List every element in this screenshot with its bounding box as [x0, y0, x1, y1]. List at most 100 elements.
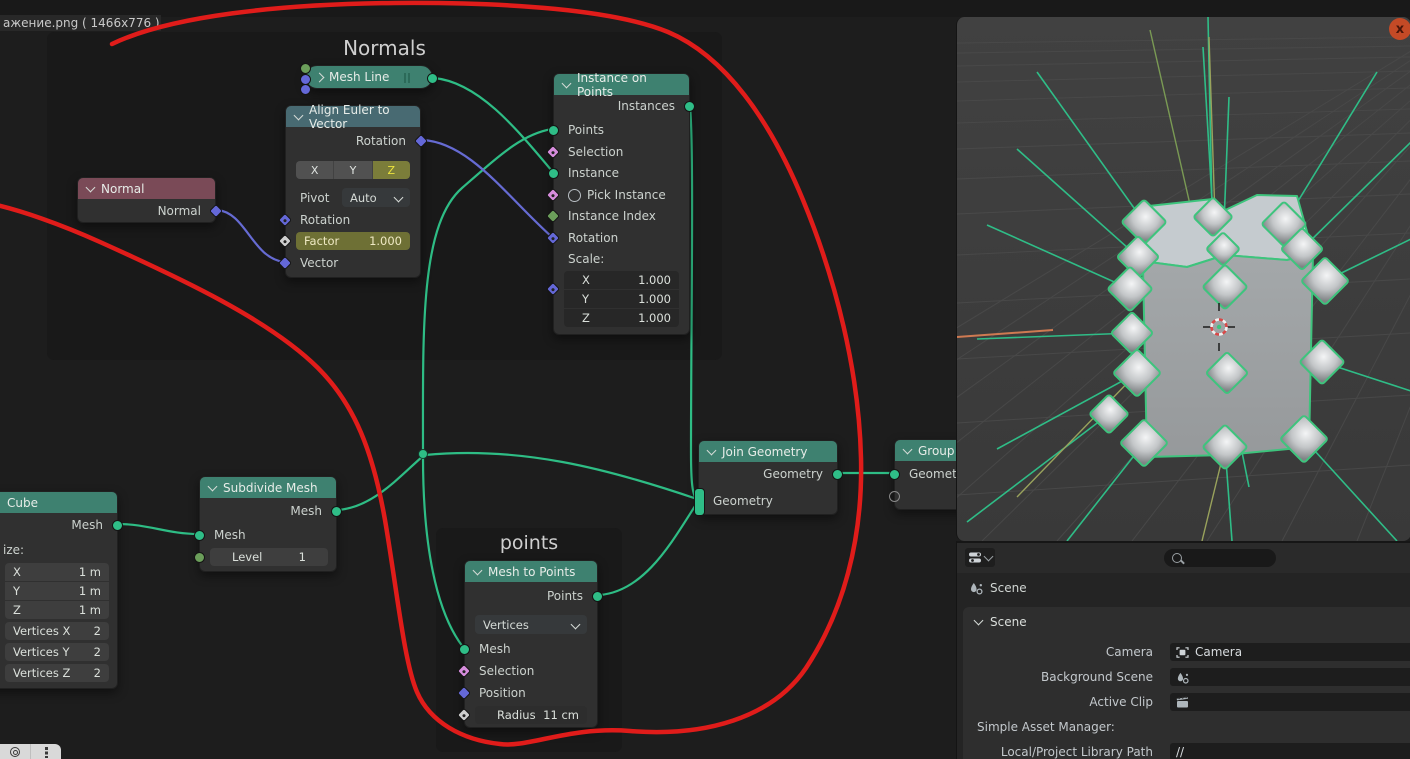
pivot-value: Auto [350, 191, 377, 205]
node-instance-on-points[interactable]: Instance on Points Instances Points Sele… [553, 73, 690, 335]
rotation-input-label: Rotation [300, 212, 350, 228]
chevron-down-icon[interactable] [473, 565, 483, 575]
vertices-y-field[interactable]: Vertices Y2 [5, 643, 109, 661]
node-align-euler[interactable]: Align Euler to Vector Rotation X Y Z Piv… [285, 105, 421, 278]
vertices-z-field[interactable]: Vertices Z2 [5, 664, 109, 682]
output-label: Mesh [290, 503, 322, 519]
factor-value: 1.000 [369, 234, 402, 248]
background-scene-field[interactable] [1170, 668, 1410, 686]
node-title: Mesh Line [329, 70, 389, 84]
socket-start-input[interactable] [300, 74, 311, 85]
node-title: Instance on Points [577, 71, 680, 99]
chevron-down-icon[interactable] [208, 481, 218, 491]
size-x-label: X [13, 565, 21, 579]
vertices-x-label: Vertices X [13, 624, 70, 638]
socket-mesh-output[interactable] [331, 506, 342, 517]
camera-field[interactable]: Camera [1170, 643, 1410, 661]
vertices-x-value: 2 [94, 624, 101, 638]
scene-panel-header[interactable]: Scene [975, 615, 1027, 629]
socket-points-output[interactable] [592, 591, 603, 602]
size-y-field[interactable]: Y1 m [5, 582, 109, 600]
socket-level-input[interactable] [194, 552, 205, 563]
position-input-label: Position [479, 685, 526, 701]
level-value: 1 [299, 550, 306, 564]
spiral-button[interactable] [0, 744, 31, 759]
node-mesh-to-points[interactable]: Mesh to Points Points Vertices Mesh Sele… [464, 560, 598, 728]
chevron-down-icon[interactable] [707, 445, 717, 455]
axis-x-button[interactable]: X [296, 161, 334, 179]
chevron-down-icon[interactable] [562, 78, 572, 88]
scale-y-field[interactable]: Y 1.000 [564, 290, 679, 308]
factor-field[interactable]: Factor 1.000 [296, 232, 410, 250]
active-clip-field[interactable] [1170, 693, 1410, 711]
socket-geometry-input[interactable] [889, 469, 900, 480]
socket-offset-input[interactable] [300, 84, 311, 95]
breadcrumb[interactable]: Scene [969, 581, 1027, 595]
mute-bars-icon [404, 73, 410, 83]
geometry-node-editor[interactable]: Normals points [0, 0, 956, 759]
search-input[interactable] [1164, 549, 1276, 567]
selection-input-label: Selection [479, 663, 534, 679]
size-z-value: 1 m [79, 603, 101, 617]
more-options-button[interactable] [31, 744, 61, 759]
factor-label: Factor [304, 234, 339, 248]
vertices-x-field[interactable]: Vertices X 2 [5, 622, 109, 640]
camera-label: Camera [963, 643, 1153, 661]
scale-x-field[interactable]: X 1.000 [564, 271, 679, 289]
pivot-dropdown[interactable]: Auto [342, 188, 410, 207]
size-z-field[interactable]: Z1 m [5, 601, 109, 619]
socket-count-input[interactable] [300, 63, 311, 74]
node-title: Align Euler to Vector [309, 103, 411, 131]
scale-z-label: Z [582, 311, 590, 325]
socket-instances-output[interactable] [684, 101, 695, 112]
size-x-field[interactable]: X1 m [5, 563, 109, 581]
node-group-output[interactable]: Group Geometry [894, 439, 956, 510]
size-label: ize: [3, 542, 24, 558]
socket-points-input[interactable] [548, 125, 559, 136]
editor-type-button[interactable] [965, 548, 995, 567]
node-cube[interactable]: Cube Mesh ize: X1 m Y1 m Z1 m Vertices X… [0, 491, 118, 689]
socket-mesh-output[interactable] [112, 520, 123, 531]
radius-field[interactable]: Radius 11 cm [475, 706, 587, 724]
scene-icon [1176, 671, 1189, 684]
chevron-right-icon[interactable] [315, 72, 325, 82]
node-mesh-line[interactable]: Mesh Line [305, 65, 433, 89]
chevron-down-icon[interactable] [294, 110, 304, 120]
top-strip [0, 0, 1410, 17]
mode-value: Vertices [483, 618, 529, 632]
active-clip-label: Active Clip [963, 693, 1153, 711]
axis-selector[interactable]: X Y Z [296, 161, 410, 179]
library-path-field[interactable]: // [1170, 743, 1410, 759]
node-normal[interactable]: Normal Normal [77, 177, 216, 223]
scale-x-label: X [582, 273, 590, 287]
mode-dropdown[interactable]: Vertices [475, 615, 587, 634]
image-title-tab[interactable]: ажение.png ( 1466x776 ) [0, 15, 161, 31]
pivot-label: Pivot [300, 190, 329, 206]
socket-geometry-multi-input[interactable] [694, 488, 705, 516]
viewport-3d[interactable]: x [956, 17, 1410, 541]
chevron-down-icon[interactable] [86, 182, 96, 192]
socket-mesh-output[interactable] [427, 73, 438, 84]
socket-mesh-input[interactable] [194, 530, 205, 541]
radius-value: 11 cm [543, 708, 579, 722]
output-label: Points [547, 588, 583, 604]
node-join-geometry[interactable]: Join Geometry Geometry Geometry [698, 440, 838, 515]
reroute-node[interactable] [419, 450, 428, 459]
scale-z-field[interactable]: Z 1.000 [564, 309, 679, 327]
socket-extension[interactable] [889, 491, 900, 502]
socket-instance-input[interactable] [548, 168, 559, 179]
vertices-z-label: Vertices Z [13, 666, 70, 680]
level-field[interactable]: Level 1 [210, 548, 328, 566]
socket-mesh-input[interactable] [459, 644, 470, 655]
chevron-down-icon[interactable] [903, 444, 913, 454]
socket-geometry-output[interactable] [832, 469, 843, 480]
rotation-input-label: Rotation [568, 230, 618, 246]
node-subdivide-mesh[interactable]: Subdivide Mesh Mesh Mesh Level 1 [199, 476, 337, 572]
axis-y-button[interactable]: Y [334, 161, 372, 179]
mesh-input-label: Mesh [479, 641, 511, 657]
close-button[interactable]: x [1389, 18, 1410, 40]
vertical-ellipsis-icon [45, 747, 48, 758]
pick-instance-checkbox[interactable] [568, 189, 581, 202]
axis-z-button[interactable]: Z [373, 161, 410, 179]
viewport-render [957, 17, 1410, 541]
